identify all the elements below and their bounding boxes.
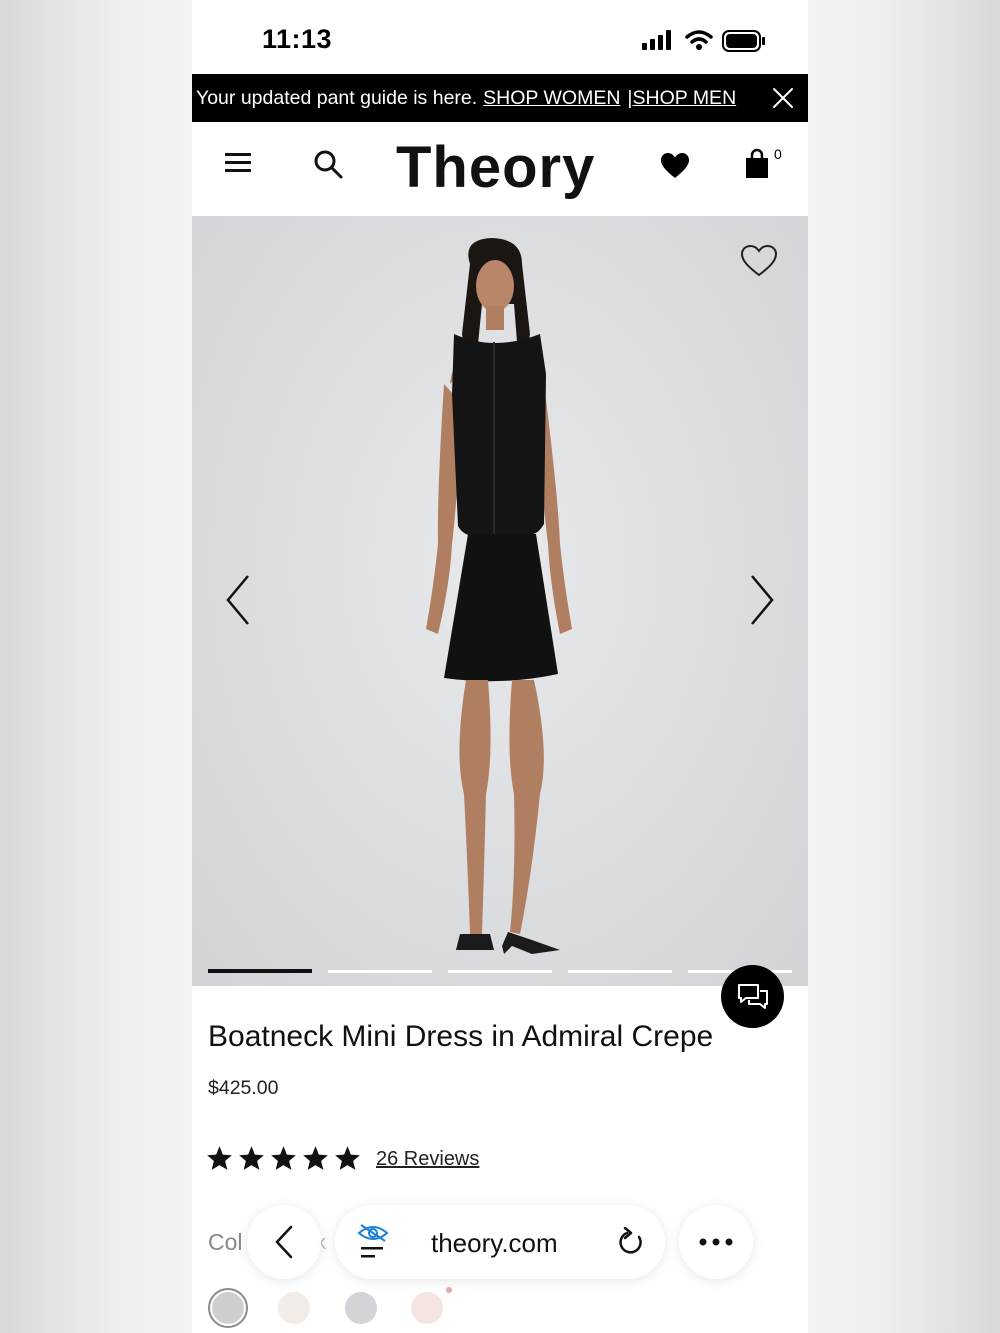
close-icon[interactable] [772, 87, 794, 109]
browser-more-button[interactable] [679, 1205, 753, 1279]
status-time: 11:13 [262, 24, 333, 54]
color-swatch[interactable] [345, 1292, 377, 1324]
search-icon[interactable] [312, 148, 344, 180]
color-swatch[interactable] [411, 1292, 443, 1324]
chevron-left-icon [275, 1225, 293, 1259]
star-icon [207, 1146, 232, 1170]
phone-screen: 11:13 Your updated pant guide is here. S… [192, 0, 808, 1333]
star-icon [335, 1146, 360, 1170]
color-label: Col [208, 1229, 243, 1255]
battery-icon [722, 30, 765, 52]
favorite-heart-icon[interactable] [740, 244, 778, 278]
promo-text: Your updated pant guide is here. [196, 86, 478, 109]
shopping-bag-icon[interactable] [744, 148, 770, 180]
browser-url-bar[interactable]: theory.com [335, 1205, 665, 1279]
bag-count-badge: 0 [774, 146, 782, 162]
hamburger-menu-icon[interactable] [224, 150, 252, 174]
product-title: Boatneck Mini Dress in Admiral Crepe [208, 1020, 714, 1053]
carousel-dot[interactable] [448, 970, 552, 973]
brand-logo[interactable]: Theory [396, 134, 595, 201]
wifi-icon [685, 30, 713, 50]
carousel-dot[interactable] [208, 969, 312, 973]
color-swatch[interactable] [208, 1288, 248, 1328]
star-icon [303, 1146, 328, 1170]
star-rating [206, 1145, 361, 1171]
product-photo [426, 238, 572, 954]
page-indicator-dot [446, 1287, 452, 1293]
promo-banner: Your updated pant guide is here. SHOP WO… [192, 74, 808, 122]
carousel-pagination [208, 969, 808, 974]
product-price: $425.00 [208, 1077, 279, 1099]
carousel-dot[interactable] [328, 970, 432, 973]
product-image-carousel[interactable] [192, 216, 808, 986]
star-icon [271, 1146, 296, 1170]
carousel-dot[interactable] [568, 970, 672, 973]
browser-back-button[interactable] [247, 1205, 321, 1279]
reviews-link[interactable]: 26 Reviews [376, 1148, 479, 1171]
url-text[interactable]: theory.com [431, 1228, 558, 1259]
status-bar: 11:13 [192, 0, 808, 74]
chat-bubbles-icon [737, 983, 768, 1009]
reload-icon[interactable] [617, 1227, 645, 1257]
site-header: Theory 0 [192, 122, 808, 216]
shop-men-link[interactable]: SHOP MEN [632, 87, 736, 110]
cellular-signal-icon [642, 30, 671, 50]
chat-button[interactable] [721, 965, 784, 1028]
more-dots-icon [699, 1238, 733, 1246]
privacy-eye-icon[interactable] [357, 1223, 389, 1259]
shop-women-link[interactable]: SHOP WOMEN [483, 87, 620, 110]
chevron-left-icon[interactable] [224, 574, 254, 626]
color-swatch[interactable] [278, 1292, 310, 1324]
wishlist-heart-icon[interactable] [660, 152, 690, 180]
chevron-right-icon[interactable] [746, 574, 776, 626]
star-icon [239, 1146, 264, 1170]
